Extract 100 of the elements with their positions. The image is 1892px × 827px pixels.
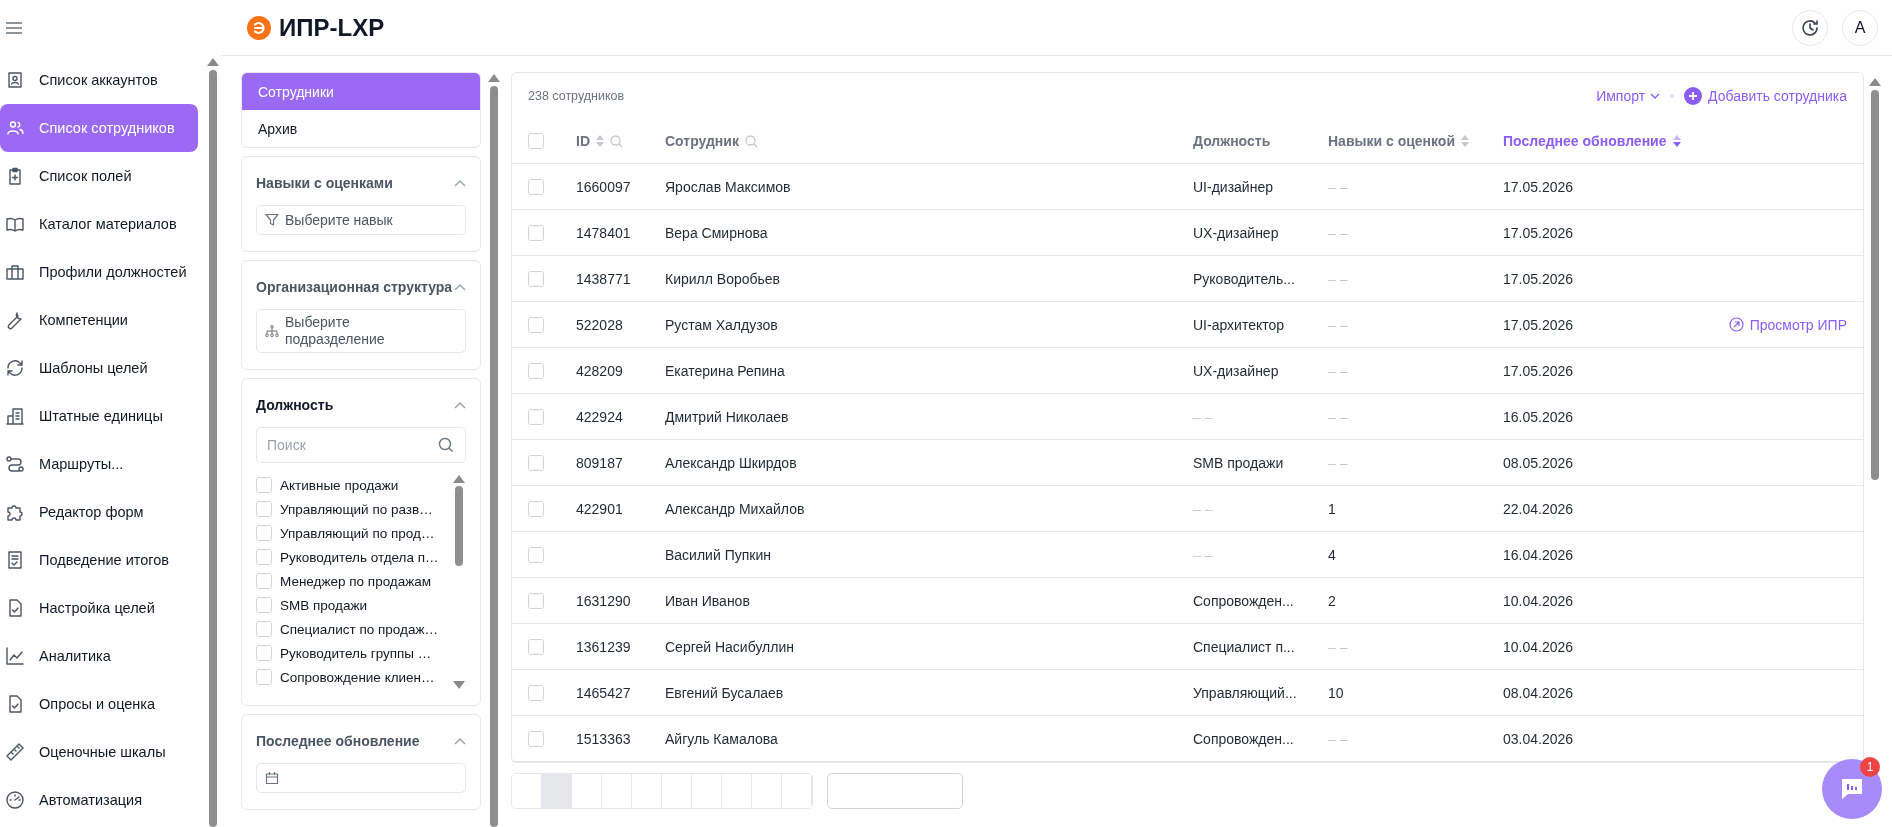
sidebar-item[interactable]: Редактор форм <box>0 488 198 536</box>
date-cell: 17.05.2026 <box>1503 178 1574 195</box>
skills-cell: 4 <box>1328 546 1336 563</box>
sidebar-item[interactable]: Подведение итогов <box>0 536 198 584</box>
checkbox[interactable] <box>256 645 272 661</box>
row-checkbox[interactable] <box>528 638 544 655</box>
avatar[interactable]: A <box>1842 9 1878 46</box>
search-field[interactable]: Поиск <box>256 427 466 463</box>
option-label: Руководитель отдела п… <box>280 549 439 565</box>
users-icon <box>5 118 25 138</box>
checkbox[interactable] <box>256 501 272 517</box>
view-plan-link[interactable]: Просмотр ИПР <box>1728 316 1847 333</box>
position-cell: UI-дизайнер <box>1193 178 1273 195</box>
row-checkbox[interactable] <box>528 178 544 195</box>
search-icon[interactable] <box>744 134 758 148</box>
date-cell: 22.04.2026 <box>1503 500 1574 517</box>
checkbox[interactable] <box>256 477 272 493</box>
sidebar-item[interactable]: Настройка целей <box>0 584 198 632</box>
import-dropdown[interactable]: Импорт <box>1596 88 1661 104</box>
skill-select[interactable]: Выберите навык <box>256 205 466 235</box>
column-header[interactable]: Сотрудник <box>665 133 739 149</box>
menu-icon[interactable] <box>6 22 22 34</box>
option-label: SMB продажи <box>280 597 367 613</box>
view-tab[interactable]: Архив <box>242 110 480 147</box>
skills-cell: 2 <box>1328 592 1336 609</box>
sidebar-item[interactable]: Автоматизация <box>0 776 198 824</box>
sidebar-item[interactable]: Список полей <box>0 152 198 200</box>
refresh-icon <box>5 358 25 378</box>
date-cell: 03.04.2026 <box>1503 730 1574 747</box>
row-checkbox[interactable] <box>528 316 544 333</box>
sidebar-item[interactable]: Аналитика <box>0 632 198 680</box>
history-button[interactable] <box>1792 9 1828 46</box>
checkbox[interactable] <box>256 573 272 589</box>
chevron-up-icon[interactable] <box>454 737 466 745</box>
position-cell: – – <box>1193 500 1213 517</box>
row-checkbox[interactable] <box>528 454 544 471</box>
sidebar-item[interactable]: Шаблоны целей <box>0 344 198 392</box>
date-cell: 17.05.2026 <box>1503 270 1574 287</box>
checkbox[interactable] <box>256 669 272 685</box>
sidebar-item[interactable]: Список сотрудников <box>0 104 198 152</box>
skills-cell: – – <box>1328 454 1348 471</box>
row-checkbox[interactable] <box>528 592 544 609</box>
sidebar-item[interactable]: Маршруты... <box>0 440 198 488</box>
skills-cell: – – <box>1328 730 1348 747</box>
position-cell: UX-дизайнер <box>1193 224 1279 241</box>
name-cell: Дмитрий Николаев <box>665 408 789 425</box>
page-size-select[interactable] <box>827 773 963 809</box>
option-label: Менеджер по продажам <box>280 573 432 589</box>
position-cell: Сопровожден... <box>1193 592 1294 609</box>
sidebar-item[interactable]: Опросы и оценка <box>0 680 198 728</box>
page-button[interactable] <box>512 774 542 808</box>
row-checkbox[interactable] <box>528 408 544 425</box>
checkbox[interactable] <box>256 621 272 637</box>
page-button[interactable] <box>542 774 572 808</box>
column-header[interactable]: Последнее обновление <box>1503 133 1667 149</box>
chevron-up-icon[interactable] <box>454 401 466 409</box>
chevron-up-icon[interactable] <box>454 179 466 187</box>
view-tab[interactable]: Сотрудники <box>242 73 480 110</box>
sidebar-item[interactable]: Список аккаунтов <box>0 56 198 104</box>
sidebar-item[interactable]: Каталог материалов <box>0 200 198 248</box>
name-cell: Рустам Халдузов <box>665 316 778 333</box>
filter-title: Должность <box>256 397 334 413</box>
date-cell: 10.04.2026 <box>1503 638 1574 655</box>
row-checkbox[interactable] <box>528 270 544 287</box>
select-all-checkbox[interactable] <box>528 133 544 149</box>
row-checkbox[interactable] <box>528 224 544 241</box>
department-select[interactable]: Выберите подразделение <box>256 309 466 353</box>
skills-cell: – – <box>1328 224 1348 241</box>
id-cell: 522028 <box>576 316 623 333</box>
skills-cell: 1 <box>1328 500 1336 517</box>
row-checkbox[interactable] <box>528 684 544 701</box>
notification-badge: 1 <box>1860 757 1880 777</box>
name-cell: Иван Иванов <box>665 592 750 609</box>
row-checkbox[interactable] <box>528 500 544 517</box>
add-employee-button[interactable]: Добавить сотрудника <box>1684 87 1847 105</box>
row-checkbox[interactable] <box>528 730 544 747</box>
option-label: Руководитель группы … <box>280 645 432 661</box>
row-checkbox[interactable] <box>528 362 544 379</box>
checkbox[interactable] <box>256 525 272 541</box>
chat-chart-icon <box>1839 777 1865 801</box>
checkbox[interactable] <box>256 597 272 613</box>
search-icon[interactable] <box>610 134 623 148</box>
column-header[interactable]: Должность <box>1193 133 1271 149</box>
row-checkbox[interactable] <box>528 546 544 563</box>
sidebar-item[interactable]: Оценочные шкалы <box>0 728 198 776</box>
date-field[interactable] <box>256 763 466 793</box>
sidebar-item[interactable]: Компетенции <box>0 296 198 344</box>
arrow-circle-icon <box>1728 317 1744 332</box>
column-header[interactable]: Навыки с оценкой <box>1328 133 1456 149</box>
sort-icon[interactable] <box>1672 135 1681 147</box>
chat-button[interactable]: 1 <box>1822 759 1882 819</box>
checkbox[interactable] <box>256 549 272 565</box>
name-cell: Александр Шкирдов <box>665 454 797 471</box>
filter-title: Организационная структура <box>256 279 453 295</box>
name-cell: Айгуль Камалова <box>665 730 778 747</box>
chevron-up-icon[interactable] <box>454 283 466 291</box>
chevron-down-icon <box>1650 93 1661 99</box>
column-header[interactable]: ID <box>576 133 590 149</box>
sidebar-item[interactable]: Профили должностей <box>0 248 198 296</box>
sidebar-item[interactable]: Штатные единицы <box>0 392 198 440</box>
